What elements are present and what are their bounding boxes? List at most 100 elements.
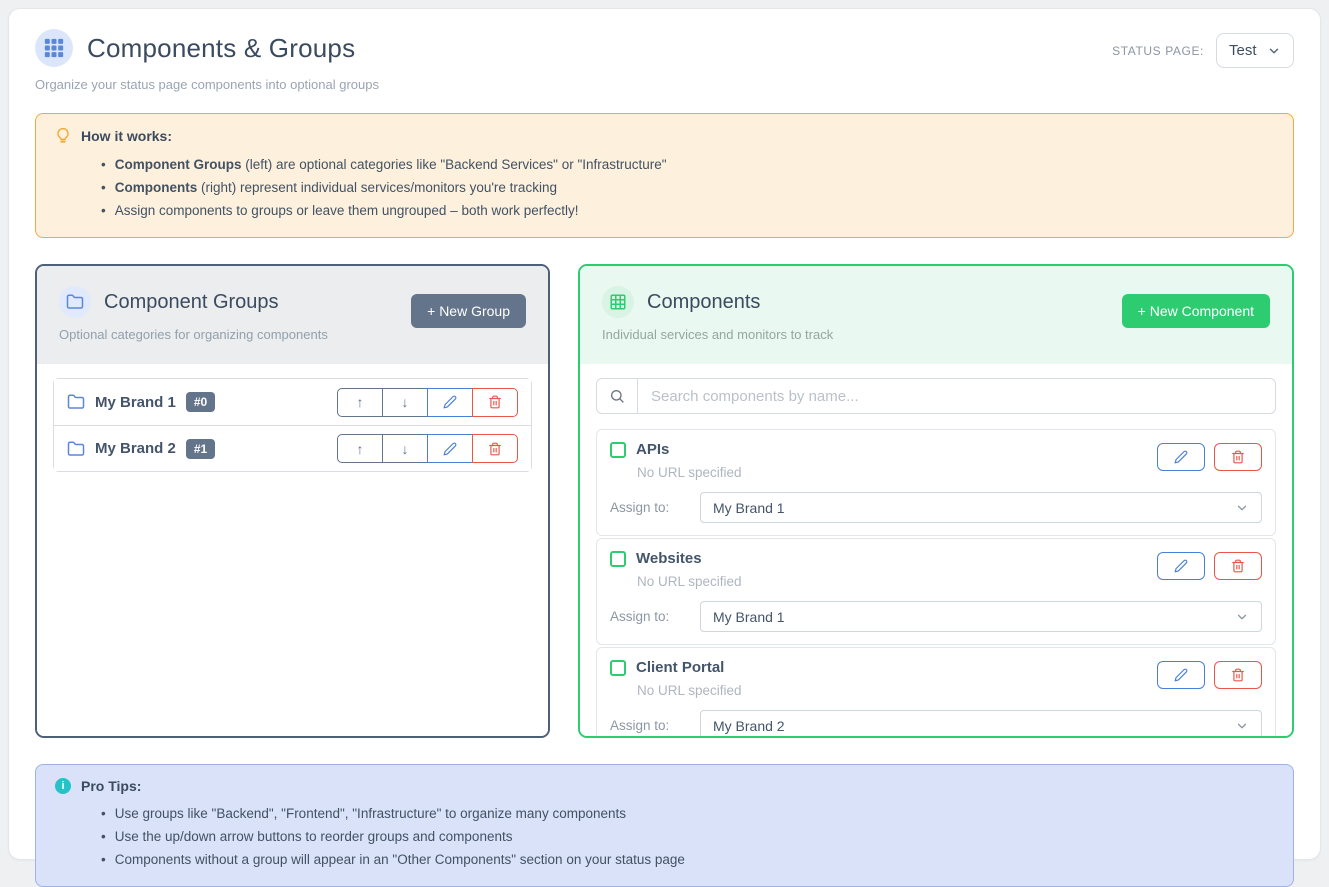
component-checkbox-icon <box>610 442 626 458</box>
component-actions <box>1157 443 1262 471</box>
group-list: My Brand 1 #0 ↑ ↓ <box>53 378 532 472</box>
edit-group-button[interactable] <box>427 388 473 417</box>
status-page-select[interactable]: Test <box>1216 33 1294 68</box>
delete-group-button[interactable] <box>472 434 518 463</box>
folder-icon <box>67 440 85 458</box>
component-card: Websites No URL specified <box>596 538 1276 645</box>
edit-component-button[interactable] <box>1157 443 1205 471</box>
delete-group-button[interactable] <box>472 388 518 417</box>
assign-group-select[interactable]: My Brand 2 <box>700 710 1262 738</box>
move-up-button[interactable]: ↑ <box>337 388 383 417</box>
status-page-select-value: Test <box>1229 42 1257 59</box>
pro-tips-bullet: Use the up/down arrow buttons to reorder… <box>101 825 1274 848</box>
group-order-badge: #0 <box>186 392 215 412</box>
groups-panel-subtitle: Optional categories for organizing compo… <box>59 327 328 342</box>
trash-icon <box>1231 668 1245 682</box>
components-panel-subtitle: Individual services and monitors to trac… <box>602 327 833 342</box>
panels-row: Component Groups Optional categories for… <box>35 264 1294 738</box>
assign-to-label: Assign to: <box>610 609 700 624</box>
trash-icon <box>488 395 502 409</box>
component-card: Client Portal No URL specified <box>596 647 1276 738</box>
how-it-works-bullet: Component Groups (left) are optional cat… <box>101 153 1274 176</box>
delete-component-button[interactable] <box>1214 443 1262 471</box>
group-order-badge: #1 <box>186 439 215 459</box>
components-panel-header: Components Individual services and monit… <box>580 266 1292 364</box>
component-checkbox-icon <box>610 551 626 567</box>
trash-icon <box>1231 450 1245 464</box>
component-name: APIs <box>636 441 669 458</box>
components-panel: Components Individual services and monit… <box>578 264 1294 738</box>
pencil-icon <box>443 442 457 456</box>
assign-group-select[interactable]: My Brand 1 <box>700 601 1262 632</box>
group-row: My Brand 2 #1 ↑ ↓ <box>54 425 531 471</box>
delete-component-button[interactable] <box>1214 552 1262 580</box>
group-name: My Brand 1 <box>95 394 176 411</box>
status-page-label: STATUS PAGE: <box>1112 44 1204 58</box>
edit-group-button[interactable] <box>427 434 473 463</box>
chevron-down-icon <box>1235 501 1249 515</box>
component-checkbox-icon <box>610 660 626 676</box>
edit-component-button[interactable] <box>1157 552 1205 580</box>
pencil-icon <box>1174 668 1188 682</box>
bullet-bold-text: Component Groups <box>115 157 242 172</box>
folder-icon <box>59 286 91 318</box>
delete-component-button[interactable] <box>1214 661 1262 689</box>
groups-panel-header: Component Groups Optional categories for… <box>37 266 548 364</box>
grid-table-icon <box>602 286 634 318</box>
groups-panel-body: My Brand 1 #0 ↑ ↓ <box>37 364 548 736</box>
search-icon <box>597 379 638 413</box>
lightbulb-icon <box>55 127 71 145</box>
how-it-works-box: How it works: Component Groups (left) ar… <box>35 113 1294 238</box>
edit-component-button[interactable] <box>1157 661 1205 689</box>
chevron-down-icon <box>1235 719 1249 733</box>
assign-group-select[interactable]: My Brand 1 <box>700 492 1262 523</box>
component-name: Websites <box>636 550 702 567</box>
component-name: Client Portal <box>636 659 724 676</box>
component-actions <box>1157 552 1262 580</box>
main-card: Components & Groups Organize your status… <box>8 8 1321 860</box>
pencil-icon <box>1174 450 1188 464</box>
bullet-text: Assign components to groups or leave the… <box>115 203 579 218</box>
components-panel-body: APIs No URL specified <box>580 364 1292 738</box>
assign-group-value: My Brand 2 <box>713 718 785 734</box>
page-subtitle: Organize your status page components int… <box>35 77 379 92</box>
status-page-picker: STATUS PAGE: Test <box>1112 33 1294 68</box>
component-card: APIs No URL specified <box>596 429 1276 536</box>
trash-icon <box>488 442 502 456</box>
bullet-text: Use the up/down arrow buttons to reorder… <box>115 829 513 844</box>
pencil-icon <box>443 395 457 409</box>
pro-tips-title: Pro Tips: <box>81 778 141 794</box>
assign-to-label: Assign to: <box>610 500 700 515</box>
assign-to-label: Assign to: <box>610 718 700 733</box>
chevron-down-icon <box>1267 44 1281 58</box>
components-grid-app-icon <box>35 29 73 67</box>
assign-group-value: My Brand 1 <box>713 500 785 516</box>
group-actions: ↑ ↓ <box>337 434 518 463</box>
pro-tips-bullet: Use groups like "Backend", "Frontend", "… <box>101 802 1274 825</box>
component-actions <box>1157 661 1262 689</box>
how-it-works-title: How it works: <box>81 128 172 144</box>
how-it-works-list: Component Groups (left) are optional cat… <box>101 153 1274 222</box>
component-url-note: No URL specified <box>637 683 742 698</box>
groups-panel-title: Component Groups <box>104 291 279 314</box>
move-down-button[interactable]: ↓ <box>382 388 428 417</box>
search-input[interactable] <box>638 388 1275 405</box>
bullet-text: Use groups like "Backend", "Frontend", "… <box>115 806 626 821</box>
page-header-left: Components & Groups Organize your status… <box>35 29 379 92</box>
trash-icon <box>1231 559 1245 573</box>
component-groups-panel: Component Groups Optional categories for… <box>35 264 550 738</box>
pro-tips-list: Use groups like "Backend", "Frontend", "… <box>101 802 1274 871</box>
bullet-text: Components without a group will appear i… <box>115 852 685 867</box>
info-icon: i <box>55 778 71 794</box>
group-row: My Brand 1 #0 ↑ ↓ <box>54 379 531 425</box>
move-up-button[interactable]: ↑ <box>337 434 383 463</box>
component-url-note: No URL specified <box>637 465 742 480</box>
move-down-button[interactable]: ↓ <box>382 434 428 463</box>
new-component-button[interactable]: + New Component <box>1122 294 1270 328</box>
group-name: My Brand 2 <box>95 440 176 457</box>
how-it-works-bullet: Components (right) represent individual … <box>101 176 1274 199</box>
chevron-down-icon <box>1235 610 1249 624</box>
group-actions: ↑ ↓ <box>337 388 518 417</box>
new-group-button[interactable]: + New Group <box>411 294 526 328</box>
component-url-note: No URL specified <box>637 574 742 589</box>
